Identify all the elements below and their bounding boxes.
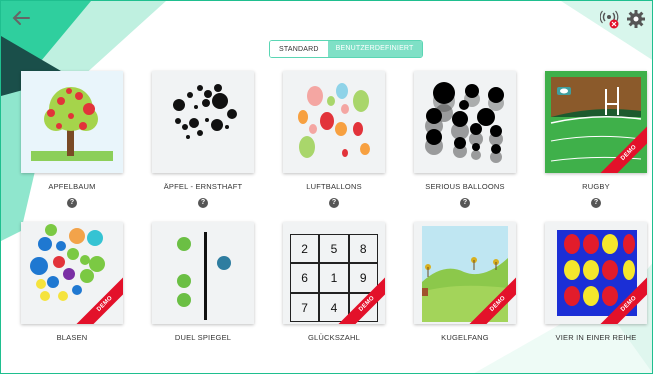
game-title: APFELBAUM bbox=[48, 182, 96, 191]
game-card-duel-spiegel[interactable] bbox=[152, 222, 254, 324]
game-title: BLASEN bbox=[56, 333, 88, 342]
settings-button[interactable] bbox=[626, 9, 646, 29]
game-title: ÄPFEL - ERNSTHAFT bbox=[163, 182, 243, 191]
game-card-vier-in-einer-reihe[interactable]: DEMO bbox=[545, 222, 647, 324]
gear-icon bbox=[627, 10, 645, 28]
grid-cell: 1 bbox=[319, 263, 349, 293]
back-button[interactable] bbox=[11, 9, 31, 27]
help-icon[interactable]: ? bbox=[460, 198, 470, 208]
apple-tree-thumbnail bbox=[21, 71, 123, 173]
grid-cell: 8 bbox=[348, 234, 378, 264]
top-right-icons bbox=[599, 9, 646, 29]
tab-benutzerdefiniert[interactable]: BENUTZERDEFINIERT bbox=[327, 41, 422, 57]
help-icon[interactable]: ? bbox=[198, 198, 208, 208]
game-title: VIER IN EINER REIHE bbox=[555, 333, 637, 342]
help-icon[interactable]: ? bbox=[329, 198, 339, 208]
help-icon[interactable]: ? bbox=[67, 198, 77, 208]
game-card-luftballons[interactable] bbox=[283, 71, 385, 173]
game-card-kugelfang[interactable]: DEMO bbox=[414, 222, 516, 324]
game-card-aepfel-ernsthaft[interactable] bbox=[152, 71, 254, 173]
grid-cell: 7 bbox=[290, 292, 320, 322]
game-card-rugby[interactable]: DEMO bbox=[545, 71, 647, 173]
tab-standard[interactable]: STANDARD bbox=[270, 41, 328, 57]
game-title: LUFTBALLONS bbox=[306, 182, 362, 191]
arrow-left-icon bbox=[12, 11, 30, 25]
grid-cell: 2 bbox=[290, 234, 320, 264]
app-window: STANDARD BENUTZERDEFINIERT APFELBAUM ? Ä… bbox=[0, 0, 653, 374]
mode-toggle: STANDARD BENUTZERDEFINIERT bbox=[269, 40, 423, 58]
balloons-thumbnail bbox=[283, 71, 385, 173]
game-title: KUGELFANG bbox=[441, 333, 489, 342]
black-balloons-thumbnail bbox=[414, 71, 516, 173]
game-title: DUEL SPIEGEL bbox=[174, 333, 232, 342]
game-card-blasen[interactable]: DEMO bbox=[21, 222, 123, 324]
game-card-apfelbaum[interactable] bbox=[21, 71, 123, 173]
mirror-dots-thumbnail bbox=[152, 222, 254, 324]
game-title: SERIOUS BALLOONS bbox=[425, 182, 505, 191]
broadcast-button[interactable] bbox=[599, 9, 620, 29]
game-title: GLÜCKSZAHL bbox=[307, 333, 360, 342]
grid-cell: 6 bbox=[290, 263, 320, 293]
help-icon[interactable]: ? bbox=[591, 198, 601, 208]
game-card-glueckszahl[interactable]: 2 5 8 6 1 9 7 4 3 DEMO bbox=[283, 222, 385, 324]
grid-cell: 5 bbox=[319, 234, 349, 264]
black-dots-thumbnail bbox=[152, 71, 254, 173]
game-title: RUGBY bbox=[582, 182, 610, 191]
game-card-serious-balloons[interactable] bbox=[414, 71, 516, 173]
broadcast-muted-icon bbox=[599, 10, 619, 29]
